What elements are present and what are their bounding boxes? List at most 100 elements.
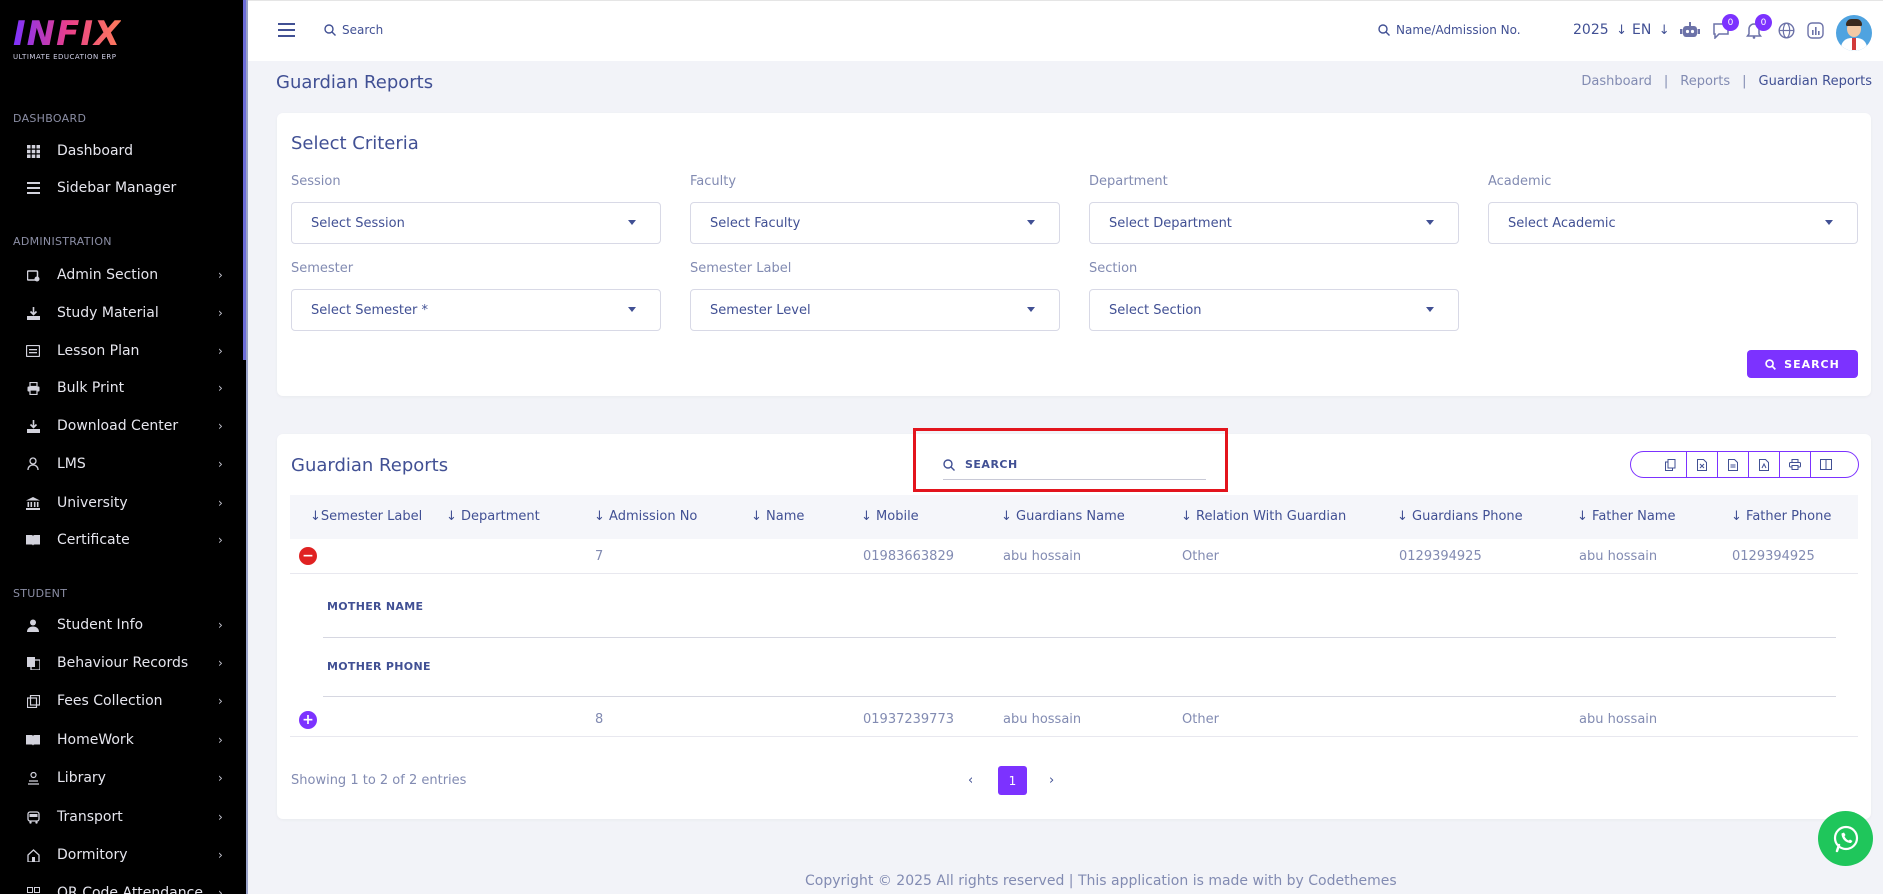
caret-down-icon xyxy=(1426,220,1434,225)
chevron-right-icon: › xyxy=(218,848,223,862)
report-title: Guardian Reports xyxy=(291,455,449,476)
sidebar-item-library[interactable]: Library › xyxy=(0,763,240,793)
robot-icon[interactable] xyxy=(1680,20,1700,40)
language-selector[interactable]: EN ↓ xyxy=(1632,22,1670,38)
sidebar-item-study-material[interactable]: Study Material › xyxy=(0,298,240,328)
semester-select[interactable]: Select Semester * xyxy=(291,289,661,331)
logo-subtitle: ULTIMATE EDUCATION ERP xyxy=(13,53,117,61)
prev-page-icon[interactable]: ‹ xyxy=(968,773,973,788)
sidebar-item-qr-code-attendance[interactable]: QR Code Attendance › xyxy=(0,878,240,894)
excel-button[interactable] xyxy=(1686,452,1717,477)
bell-icon[interactable]: 0 xyxy=(1744,14,1772,40)
sidebar-item-fees-collection[interactable]: Fees Collection › xyxy=(0,686,240,716)
faculty-select[interactable]: Select Faculty xyxy=(690,202,1060,244)
columns-button[interactable] xyxy=(1810,452,1841,477)
col-admission-no[interactable]: ↓ Admission No xyxy=(594,509,697,524)
expand-row-icon[interactable]: + xyxy=(299,711,317,729)
chevron-right-icon: › xyxy=(218,656,223,670)
chat-icon[interactable]: 0 xyxy=(1711,14,1739,40)
sidebar-item-label: LMS xyxy=(57,456,86,472)
caret-down-icon xyxy=(628,307,636,312)
excel-icon xyxy=(1697,458,1707,471)
faculty-select-value: Select Faculty xyxy=(710,215,801,231)
col-guardians-phone[interactable]: ↓ Guardians Phone xyxy=(1397,509,1523,524)
chevron-right-icon: › xyxy=(218,381,223,395)
sidebar-item-label: Behaviour Records xyxy=(57,655,189,671)
sidebar-item-label: Lesson Plan xyxy=(57,343,140,359)
chevron-right-icon: › xyxy=(218,306,223,320)
col-department[interactable]: ↓ Department xyxy=(446,509,540,524)
global-search[interactable]: Search xyxy=(324,23,383,37)
col-mobile[interactable]: ↓ Mobile xyxy=(861,509,919,524)
breadcrumb-reports[interactable]: Reports xyxy=(1680,74,1730,89)
cell-admission-no: 7 xyxy=(595,549,604,564)
sidebar-item-university[interactable]: University › xyxy=(0,488,240,518)
entries-info: Showing 1 to 2 of 2 entries xyxy=(291,773,467,788)
sidebar-item-label: Admin Section xyxy=(57,267,159,283)
sort-icon: ↓ xyxy=(1397,509,1413,524)
sidebar-item-homework[interactable]: HomeWork › xyxy=(0,725,240,755)
lesson-icon xyxy=(26,344,40,358)
col-father-name[interactable]: ↓ Father Name xyxy=(1577,509,1675,524)
col-semester-label[interactable]: ↓Semester Label xyxy=(310,509,422,524)
sidebar-item-behaviour-records[interactable]: Behaviour Records › xyxy=(0,648,240,678)
academic-select[interactable]: Select Academic xyxy=(1488,202,1858,244)
print-button[interactable] xyxy=(1779,452,1810,477)
sort-icon: ↓ xyxy=(594,509,610,524)
sidebar-item-transport[interactable]: Transport › xyxy=(0,802,240,832)
session-select-value: Select Session xyxy=(311,215,405,231)
download-icon xyxy=(26,306,40,320)
sidebar-item-lms[interactable]: LMS › xyxy=(0,449,240,479)
globe-icon[interactable] xyxy=(1776,20,1796,40)
department-label: Department xyxy=(1089,174,1168,189)
admission-search-label: Name/Admission No. xyxy=(1396,23,1521,37)
sidebar-item-student-info[interactable]: Student Info › xyxy=(0,610,240,640)
sidebar-item-sidebar-manager[interactable]: Sidebar Manager xyxy=(0,173,240,203)
app-logo[interactable]: INFIX ULTIMATE EDUCATION ERP xyxy=(13,17,121,61)
section-select[interactable]: Select Section xyxy=(1089,289,1459,331)
page-1-button[interactable]: 1 xyxy=(998,766,1027,795)
col-relation[interactable]: ↓ Relation With Guardian xyxy=(1181,509,1346,524)
book-icon xyxy=(26,533,40,547)
sidebar-item-certificate[interactable]: Certificate › xyxy=(0,525,240,555)
csv-button[interactable] xyxy=(1717,452,1748,477)
global-search-label: Search xyxy=(342,23,384,37)
sidebar-item-lesson-plan[interactable]: Lesson Plan › xyxy=(0,336,240,366)
section-dashboard: DASHBOARD xyxy=(13,112,87,125)
caret-down-icon xyxy=(1027,307,1035,312)
sidebar-item-bulk-print[interactable]: Bulk Print › xyxy=(0,373,240,403)
breadcrumb-dashboard[interactable]: Dashboard xyxy=(1581,74,1652,89)
pdf-button[interactable] xyxy=(1748,452,1779,477)
year-selector[interactable]: 2025 ↓ xyxy=(1573,22,1627,38)
chevron-right-icon: › xyxy=(218,694,223,708)
col-name[interactable]: ↓ Name xyxy=(751,509,804,524)
sidebar-item-admin-section[interactable]: Admin Section › xyxy=(0,260,240,290)
dormitory-icon xyxy=(26,848,40,862)
chevron-right-icon: › xyxy=(218,733,223,747)
semester-label-select[interactable]: Semester Level xyxy=(690,289,1060,331)
collapse-row-icon[interactable]: − xyxy=(299,547,317,565)
chevron-right-icon: › xyxy=(218,419,223,433)
search-button-label: SEARCH xyxy=(1784,357,1840,371)
sidebar-item-dashboard[interactable]: Dashboard xyxy=(0,136,240,166)
avatar[interactable] xyxy=(1836,15,1872,51)
sort-icon: ↓ xyxy=(310,509,321,524)
sidebar-item-download-center[interactable]: Download Center › xyxy=(0,411,240,441)
whatsapp-button[interactable] xyxy=(1818,811,1873,866)
next-page-icon[interactable]: › xyxy=(1049,773,1054,788)
stats-icon[interactable] xyxy=(1805,20,1825,40)
pdf-icon xyxy=(1759,458,1769,471)
department-select-value: Select Department xyxy=(1109,215,1232,231)
divider xyxy=(323,637,1836,638)
col-guardians-name[interactable]: ↓ Guardians Name xyxy=(1001,509,1125,524)
admission-search[interactable]: Name/Admission No. xyxy=(1378,23,1521,37)
table-search-input[interactable]: SEARCH xyxy=(943,450,1206,480)
search-button[interactable]: SEARCH xyxy=(1747,350,1858,378)
col-father-phone[interactable]: ↓ Father Phone xyxy=(1731,509,1831,524)
menu-toggle-icon[interactable] xyxy=(278,23,295,37)
sidebar-item-dormitory[interactable]: Dormitory › xyxy=(0,840,240,870)
search-icon xyxy=(943,458,955,471)
department-select[interactable]: Select Department xyxy=(1089,202,1459,244)
session-select[interactable]: Select Session xyxy=(291,202,661,244)
copy-button[interactable] xyxy=(1655,452,1686,477)
